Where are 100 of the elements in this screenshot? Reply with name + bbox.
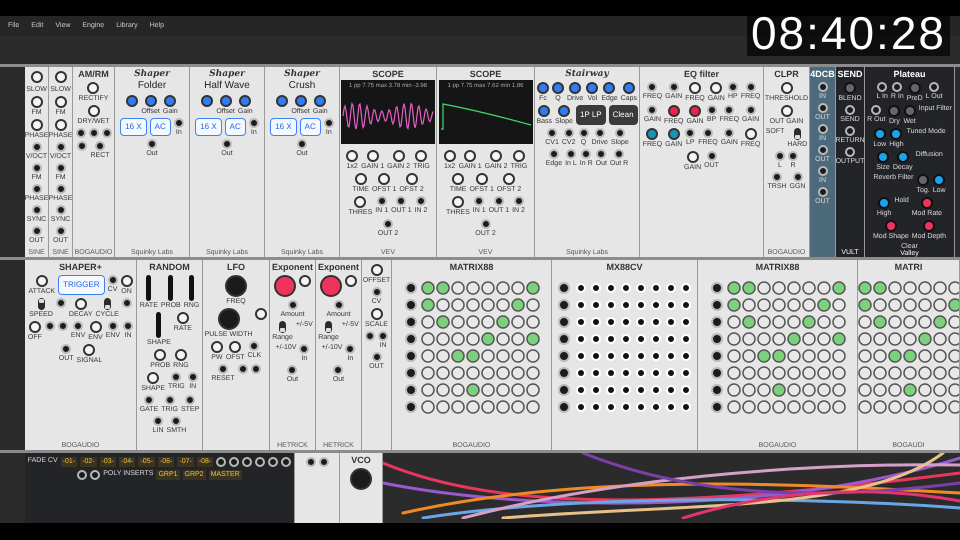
jack-socket[interactable] <box>56 298 66 308</box>
jack-socket[interactable] <box>77 470 88 480</box>
knob[interactable] <box>299 275 311 288</box>
jack-socket[interactable] <box>416 196 426 206</box>
knob[interactable] <box>452 173 464 186</box>
toggle-button[interactable]: 16 X <box>195 118 222 136</box>
jack-socket[interactable] <box>90 470 100 480</box>
knob[interactable] <box>476 173 488 186</box>
jack-socket[interactable] <box>706 151 717 162</box>
toggle-button[interactable]: AC <box>224 118 246 136</box>
jack-socket[interactable] <box>44 321 55 332</box>
knob[interactable] <box>201 94 214 107</box>
jack-socket[interactable] <box>229 457 240 467</box>
knob[interactable] <box>54 119 66 131</box>
knob[interactable] <box>688 82 701 94</box>
jack-socket[interactable] <box>242 457 252 467</box>
knob[interactable] <box>569 82 582 94</box>
knob[interactable] <box>350 468 372 490</box>
knob[interactable] <box>30 119 42 131</box>
jack-socket[interactable] <box>56 184 66 194</box>
jack-socket[interactable] <box>345 344 356 354</box>
jack-socket[interactable] <box>702 128 713 138</box>
knob[interactable] <box>933 174 946 186</box>
jack-socket[interactable] <box>668 82 679 92</box>
knob[interactable] <box>54 96 66 108</box>
toggle-switch[interactable] <box>325 321 332 334</box>
jack-socket[interactable] <box>32 226 42 236</box>
jack-socket[interactable] <box>728 82 738 92</box>
knob[interactable] <box>87 82 100 94</box>
jack-socket[interactable] <box>818 103 828 114</box>
knob[interactable] <box>378 173 390 186</box>
jack-socket[interactable] <box>250 364 261 374</box>
knob[interactable] <box>503 173 516 186</box>
jack-socket[interactable] <box>144 395 154 406</box>
knob[interactable] <box>74 298 87 310</box>
jack-socket[interactable] <box>299 344 310 354</box>
jack-socket[interactable] <box>249 341 260 352</box>
dropdown[interactable]: Clean <box>608 105 638 126</box>
jack-socket[interactable] <box>647 82 658 92</box>
jack-socket[interactable] <box>164 395 175 406</box>
jack-socket[interactable] <box>108 321 118 332</box>
jack-socket[interactable] <box>494 196 504 206</box>
knob[interactable] <box>320 275 342 298</box>
jack-socket[interactable] <box>845 126 855 136</box>
jack-socket[interactable] <box>474 196 484 206</box>
knob[interactable] <box>586 82 598 94</box>
jack-socket[interactable] <box>596 149 606 160</box>
knob[interactable] <box>490 150 502 162</box>
jack-socket[interactable] <box>772 172 782 182</box>
jack-socket[interactable] <box>892 82 902 92</box>
jack-socket[interactable] <box>287 365 298 376</box>
jack-socket[interactable] <box>123 321 134 332</box>
jack-socket[interactable] <box>122 298 132 308</box>
dropdown[interactable]: 1P LP <box>576 105 606 126</box>
knob[interactable] <box>164 94 176 107</box>
knob[interactable] <box>392 150 405 162</box>
knob[interactable] <box>668 128 680 140</box>
jack-socket[interactable] <box>614 128 625 138</box>
jack-socket[interactable] <box>746 82 756 92</box>
jack-socket[interactable] <box>818 166 828 176</box>
jack-socket[interactable] <box>222 138 232 149</box>
jack-socket[interactable] <box>218 364 228 374</box>
toggle-button[interactable]: TRIGGER <box>58 275 105 296</box>
knob[interactable] <box>452 196 464 208</box>
jack-socket[interactable] <box>255 457 266 467</box>
knob[interactable] <box>229 341 242 354</box>
toggle-switch[interactable] <box>279 321 286 334</box>
knob[interactable] <box>30 96 42 108</box>
knob[interactable] <box>464 150 476 162</box>
toggle-switch[interactable] <box>104 298 111 310</box>
jack-socket[interactable] <box>929 82 940 92</box>
jack-socket[interactable] <box>268 457 278 467</box>
knob[interactable] <box>276 94 288 107</box>
jack-socket[interactable] <box>32 184 42 194</box>
knob[interactable] <box>646 128 658 140</box>
jack-socket[interactable] <box>281 457 292 467</box>
jack-socket[interactable] <box>566 149 576 160</box>
knob[interactable] <box>274 275 296 298</box>
jack-socket[interactable] <box>88 128 98 138</box>
toggle-button[interactable]: 16 X <box>270 118 297 136</box>
jack-socket[interactable] <box>818 82 828 92</box>
jack-socket[interactable] <box>216 457 226 467</box>
jack-socket[interactable] <box>376 196 387 206</box>
knob[interactable] <box>90 321 102 334</box>
knob[interactable] <box>346 150 358 162</box>
jack-socket[interactable] <box>73 321 84 332</box>
knob[interactable] <box>744 128 757 140</box>
knob[interactable] <box>689 105 701 118</box>
jack-socket[interactable] <box>334 300 344 310</box>
jack-socket[interactable] <box>724 128 734 138</box>
knob[interactable] <box>354 173 367 186</box>
knob[interactable] <box>54 71 66 83</box>
knob[interactable] <box>874 128 886 140</box>
toggle-switch[interactable] <box>38 298 45 310</box>
jack-socket[interactable] <box>845 105 855 116</box>
knob[interactable] <box>174 349 187 362</box>
jack-socket[interactable] <box>248 118 259 128</box>
jack-socket[interactable] <box>564 128 574 138</box>
knob[interactable] <box>538 105 550 118</box>
jack-socket[interactable] <box>372 352 382 362</box>
